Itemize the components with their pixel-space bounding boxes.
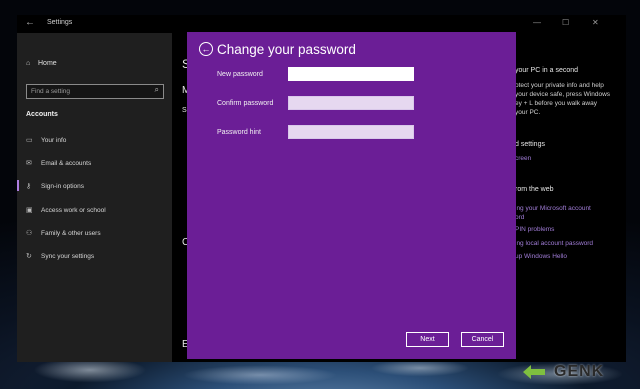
- panel-heading: d settings: [515, 141, 545, 148]
- nav-home-label: Home: [38, 60, 57, 67]
- sidebar-item-sync-settings[interactable]: ↻ Sync your settings: [26, 252, 94, 260]
- password-hint-field[interactable]: [288, 125, 414, 139]
- panel-link[interactable]: PIN problems: [515, 226, 554, 233]
- panel-link[interactable]: ord: [515, 214, 524, 221]
- sidebar-item-your-info[interactable]: ▭ Your info: [26, 136, 66, 144]
- mail-icon: ✉: [26, 160, 32, 167]
- related-panel: your PC in a second otect your private i…: [512, 15, 626, 362]
- genk-logo-icon: [523, 365, 545, 379]
- sidebar-item-email-accounts[interactable]: ✉ Email & accounts: [26, 159, 91, 167]
- window-title: Settings: [47, 19, 73, 26]
- sidebar-item-sign-in-options[interactable]: ⚷ Sign-in options: [17, 180, 84, 191]
- search-input[interactable]: [31, 86, 143, 96]
- back-arrow-icon[interactable]: ←: [199, 42, 213, 56]
- next-button[interactable]: Next: [406, 332, 449, 347]
- people-icon: ⚇: [26, 230, 33, 237]
- cancel-button[interactable]: Cancel: [461, 332, 504, 347]
- sidebar-item-access-work[interactable]: ▣ Access work or school: [26, 206, 106, 214]
- password-hint-label: Password hint: [217, 129, 261, 136]
- back-arrow-icon[interactable]: ←: [25, 17, 35, 28]
- new-password-field[interactable]: [288, 67, 414, 81]
- panel-link[interactable]: ing local account password: [515, 240, 593, 247]
- nav-home[interactable]: ⌂ Home: [26, 60, 57, 67]
- change-password-dialog: ← Change your password New password Conf…: [187, 32, 516, 359]
- section-title: Accounts: [26, 111, 58, 118]
- confirm-password-label: Confirm password: [217, 100, 274, 107]
- sidebar-item-label: Your info: [41, 137, 67, 144]
- search-icon[interactable]: ⌕: [155, 85, 159, 95]
- panel-heading: rom the web: [515, 186, 554, 193]
- sidebar-item-label: Family & other users: [41, 230, 101, 237]
- sync-icon: ↻: [26, 253, 32, 260]
- text-fragment: S: [182, 107, 187, 114]
- sidebar-item-family-users[interactable]: ⚇ Family & other users: [26, 229, 101, 237]
- dialog-title: Change your password: [217, 42, 356, 57]
- key-icon: ⚷: [26, 183, 32, 190]
- briefcase-icon: ▣: [26, 207, 33, 214]
- sidebar-item-label: Sync your settings: [41, 253, 95, 260]
- panel-heading: your PC in a second: [515, 67, 579, 74]
- new-password-label: New password: [217, 71, 263, 78]
- panel-link[interactable]: up Windows Hello: [515, 253, 567, 260]
- sidebar-item-label: Access work or school: [41, 207, 106, 214]
- panel-link[interactable]: creen: [515, 155, 531, 162]
- sidebar: ⌂ Home ⌕ Accounts ▭ Your info ✉ Email & acc…: [17, 33, 172, 362]
- home-icon: ⌂: [26, 60, 31, 67]
- search-box[interactable]: ⌕: [26, 84, 164, 99]
- confirm-password-field[interactable]: [288, 96, 414, 110]
- panel-text-line: your PC.: [515, 109, 541, 116]
- person-card-icon: ▭: [26, 137, 33, 144]
- sidebar-item-label: Email & accounts: [41, 160, 92, 167]
- watermark-brand: GENK: [554, 363, 605, 380]
- panel-link[interactable]: ing your Microsoft account: [515, 205, 591, 212]
- sidebar-item-label: Sign-in options: [41, 183, 84, 190]
